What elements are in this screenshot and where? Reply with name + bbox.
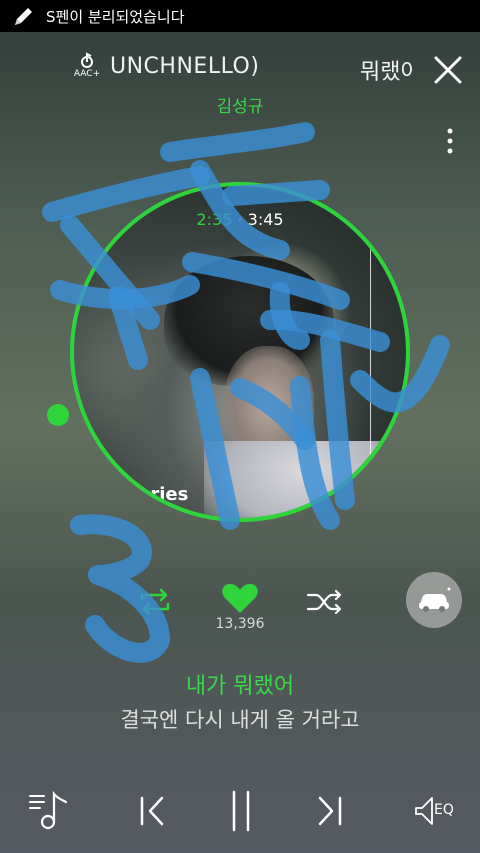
previous-icon[interactable] <box>130 786 176 834</box>
progress-handle[interactable] <box>47 404 69 426</box>
player-header: AAC+ UNCHNELLO) 뭐랬어 <box>0 46 480 92</box>
pen-icon <box>15 8 32 25</box>
playback-time: 2:35 · 3:45 <box>70 210 410 229</box>
aac-label: AAC+ <box>73 69 101 79</box>
bottom-controls: EQ <box>0 782 480 838</box>
car-mode-button[interactable] <box>406 572 462 628</box>
status-message: S펜이 분리되었습니다 <box>46 7 185 26</box>
time-total: 3:45 <box>247 210 284 229</box>
car-icon <box>419 587 451 612</box>
more-icon[interactable] <box>440 126 460 156</box>
album-art-container[interactable]: ories 2:35 · 3:45 <box>70 182 410 522</box>
next-icon[interactable] <box>306 786 352 834</box>
eq-button[interactable]: EQ <box>410 786 460 834</box>
aac-badge: AAC+ <box>72 52 102 86</box>
pause-icon[interactable] <box>218 786 264 834</box>
time-current: 2:35 <box>196 210 233 229</box>
eq-label: EQ <box>434 802 454 818</box>
progress-ring[interactable] <box>70 182 410 522</box>
song-title-next: 뭐랬어 <box>360 60 412 85</box>
time-separator: · <box>237 210 243 229</box>
status-bar: S펜이 분리되었습니다 <box>0 0 480 32</box>
artist-name[interactable]: 김성규 <box>0 92 480 117</box>
aac-icon <box>81 52 93 68</box>
like-count: 13,396 <box>215 616 265 632</box>
lyric-current[interactable]: 내가 뭐랬어 <box>0 668 480 700</box>
playlist-icon[interactable] <box>26 786 72 834</box>
close-icon[interactable] <box>432 54 464 86</box>
shuffle-icon[interactable] <box>304 584 346 620</box>
repeat-icon[interactable] <box>134 584 176 620</box>
lyric-next[interactable]: 결국엔 다시 내게 올 거라고 <box>0 704 480 734</box>
heart-icon[interactable] <box>220 580 260 616</box>
song-title: UNCHNELLO) <box>110 54 260 79</box>
